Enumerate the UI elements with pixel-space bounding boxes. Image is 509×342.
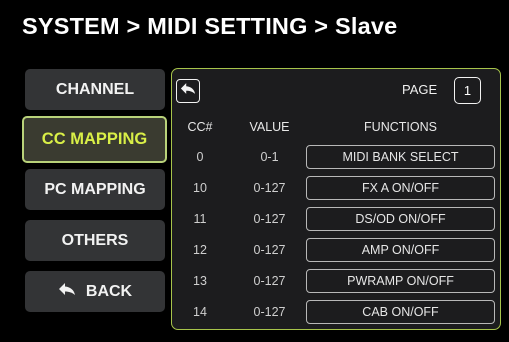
function-button[interactable]: DS/OD ON/OFF: [306, 207, 495, 231]
value-range: 0-127: [253, 181, 286, 195]
function-button[interactable]: CAB ON/OFF: [306, 300, 495, 324]
cc-mapping-panel: PAGE 1 CC# VALUE FUNCTIONS 0 0-1 MIDI BA…: [171, 68, 501, 330]
page-label: PAGE: [402, 82, 438, 97]
function-button[interactable]: AMP ON/OFF: [306, 238, 495, 262]
back-button-label: BACK: [85, 282, 133, 300]
back-arrow-icon: [58, 282, 76, 301]
value-range: 0-127: [253, 305, 286, 319]
value-range: 0-1: [260, 150, 279, 164]
table-row: 14 0-127 CAB ON/OFF: [172, 299, 502, 325]
panel-back-button[interactable]: [176, 79, 200, 103]
nav-others-label: OTHERS: [61, 231, 129, 249]
function-button[interactable]: FX A ON/OFF: [306, 176, 495, 200]
value-range: 0-127: [253, 274, 286, 288]
nav-pc-mapping-button[interactable]: PC MAPPING: [25, 169, 165, 210]
header-functions: FUNCTIONS: [364, 120, 437, 134]
page-number-field[interactable]: 1: [454, 77, 481, 104]
back-arrow-icon: [180, 82, 196, 100]
cc-number: 0: [196, 150, 204, 164]
header-value: VALUE: [249, 120, 290, 134]
nav-cc-mapping-button[interactable]: CC MAPPING: [22, 116, 167, 163]
cc-number: 13: [193, 274, 207, 288]
cc-number: 10: [193, 181, 207, 195]
function-button[interactable]: MIDI BANK SELECT: [306, 145, 495, 169]
table-row: 11 0-127 DS/OD ON/OFF: [172, 206, 502, 232]
table-row: 10 0-127 FX A ON/OFF: [172, 175, 502, 201]
cc-number: 12: [193, 243, 207, 257]
page-title: SYSTEM > MIDI SETTING > Slave: [22, 13, 398, 39]
table-row: 12 0-127 AMP ON/OFF: [172, 237, 502, 263]
nav-cc-mapping-label: CC MAPPING: [41, 130, 148, 148]
cc-number: 14: [193, 305, 207, 319]
value-range: 0-127: [253, 243, 286, 257]
cc-number: 11: [193, 212, 207, 226]
header-cc: CC#: [187, 120, 213, 134]
nav-channel-label: CHANNEL: [55, 80, 135, 98]
back-button[interactable]: BACK: [25, 271, 165, 312]
table-row: 13 0-127 PWRAMP ON/OFF: [172, 268, 502, 294]
table-row: 0 0-1 MIDI BANK SELECT: [172, 144, 502, 170]
nav-others-button[interactable]: OTHERS: [25, 220, 165, 261]
nav-pc-mapping-label: PC MAPPING: [44, 180, 146, 198]
function-button[interactable]: PWRAMP ON/OFF: [306, 269, 495, 293]
value-range: 0-127: [253, 212, 286, 226]
nav-channel-button[interactable]: CHANNEL: [25, 69, 165, 110]
